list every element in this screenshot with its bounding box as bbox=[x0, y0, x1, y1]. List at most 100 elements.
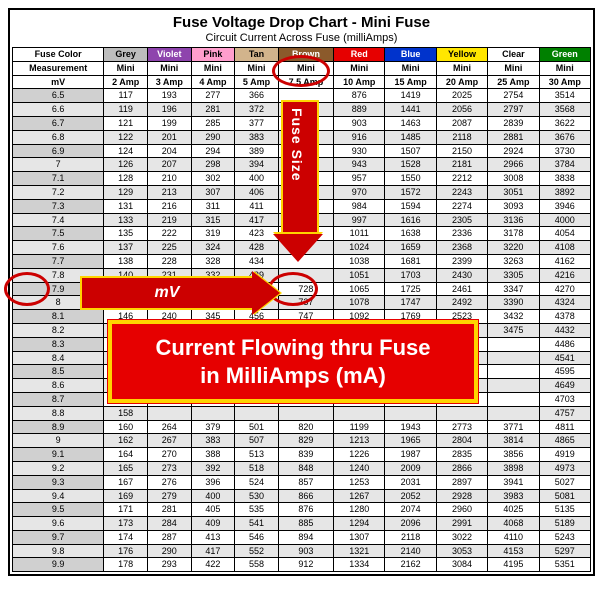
value-cell: 885 bbox=[278, 517, 333, 531]
value-cell: 119 bbox=[104, 103, 148, 117]
mv-cell: 7.8 bbox=[13, 268, 104, 282]
value-cell: 2804 bbox=[436, 434, 487, 448]
value-cell: 3941 bbox=[488, 475, 539, 489]
value-cell: 997 bbox=[334, 213, 385, 227]
value-cell: 388 bbox=[191, 448, 235, 462]
value-cell: 4153 bbox=[488, 544, 539, 558]
value-cell: 3838 bbox=[539, 172, 590, 186]
value-cell: 439 bbox=[235, 268, 279, 282]
value-cell: 1659 bbox=[385, 241, 436, 255]
value-cell: 3814 bbox=[488, 434, 539, 448]
amp-l1-7: Mini bbox=[436, 61, 487, 75]
value-cell: 210 bbox=[147, 172, 191, 186]
table-row: 9.416927940053086612672052292839835081 bbox=[13, 489, 591, 503]
value-cell: 1334 bbox=[334, 558, 385, 572]
value-cell: 171 bbox=[104, 503, 148, 517]
table-row: 9.917829342255891213342162308441955351 bbox=[13, 558, 591, 572]
table-row: 6.91242042943899301507215029243730 bbox=[13, 144, 591, 158]
value-cell: 3676 bbox=[539, 130, 590, 144]
value-cell: 2118 bbox=[436, 130, 487, 144]
value-cell bbox=[147, 406, 191, 420]
amp-l2-5: 10 Amp bbox=[334, 75, 385, 89]
value-cell bbox=[436, 406, 487, 420]
value-cell: 285 bbox=[191, 116, 235, 130]
mv-cell: 7.9 bbox=[13, 282, 104, 296]
value-cell: 4595 bbox=[539, 365, 590, 379]
value-cell: 302 bbox=[191, 172, 235, 186]
mv-cell: 8.7 bbox=[13, 392, 104, 406]
current-banner: Current Flowing thru Fuse in MilliAmps (… bbox=[108, 320, 478, 403]
value-cell: 129 bbox=[104, 185, 148, 199]
value-cell: 4649 bbox=[539, 379, 590, 393]
value-cell: 140 bbox=[104, 268, 148, 282]
value-cell: 552 bbox=[235, 544, 279, 558]
value-cell: 4108 bbox=[539, 241, 590, 255]
value-cell: 2212 bbox=[436, 172, 487, 186]
mv-cell: 8.5 bbox=[13, 365, 104, 379]
value-cell: 131 bbox=[104, 199, 148, 213]
value-cell: 839 bbox=[278, 448, 333, 462]
value-cell: 396 bbox=[191, 475, 235, 489]
mv-cell: 7.4 bbox=[13, 213, 104, 227]
value-cell: 3051 bbox=[488, 185, 539, 199]
value-cell: 413 bbox=[191, 530, 235, 544]
value-cell: 1307 bbox=[334, 530, 385, 544]
value-cell: 311 bbox=[191, 199, 235, 213]
value-cell: 290 bbox=[191, 130, 235, 144]
value-cell: 3305 bbox=[488, 268, 539, 282]
value-cell: 541 bbox=[235, 517, 279, 531]
page-subtitle: Circuit Current Across Fuse (milliAmps) bbox=[12, 32, 591, 44]
value-cell: 866 bbox=[278, 489, 333, 503]
value-cell: 1078 bbox=[334, 296, 385, 310]
value-cell: 2991 bbox=[436, 517, 487, 531]
value-cell bbox=[278, 227, 333, 241]
value-cell: 405 bbox=[191, 503, 235, 517]
amp-l1-0: Mini bbox=[104, 61, 148, 75]
color-red: Red bbox=[334, 48, 385, 62]
value-cell: 1213 bbox=[334, 434, 385, 448]
value-cell: 2243 bbox=[436, 185, 487, 199]
value-cell: 124 bbox=[104, 144, 148, 158]
value-cell: 3347 bbox=[488, 282, 539, 296]
value-cell bbox=[278, 268, 333, 282]
value-cell: 389 bbox=[235, 144, 279, 158]
value-cell: 406 bbox=[235, 185, 279, 199]
chart-container: Fuse Voltage Drop Chart - Mini Fuse Circ… bbox=[8, 8, 595, 576]
value-cell: 2773 bbox=[436, 420, 487, 434]
value-cell: 4486 bbox=[539, 337, 590, 351]
value-cell: 4068 bbox=[488, 517, 539, 531]
value-cell: 409 bbox=[191, 517, 235, 531]
mv-cell: 6.6 bbox=[13, 103, 104, 117]
amp-l1-4: Mini bbox=[278, 61, 333, 75]
value-cell: 3622 bbox=[539, 116, 590, 130]
mv-cell: 6.8 bbox=[13, 130, 104, 144]
mv-unit-header: mV bbox=[13, 75, 104, 89]
table-row: 8.81584757 bbox=[13, 406, 591, 420]
value-cell bbox=[488, 351, 539, 365]
value-cell: 618 bbox=[278, 116, 333, 130]
value-cell: 894 bbox=[278, 530, 333, 544]
value-cell: 2305 bbox=[436, 213, 487, 227]
value-cell: 3390 bbox=[488, 296, 539, 310]
value-cell: 135 bbox=[104, 227, 148, 241]
value-cell: 4378 bbox=[539, 310, 590, 324]
table-row: 9.717428741354689413072118302241105243 bbox=[13, 530, 591, 544]
value-cell: 138 bbox=[104, 254, 148, 268]
value-cell: 2928 bbox=[436, 489, 487, 503]
value-cell: 2025 bbox=[436, 89, 487, 103]
mv-cell: 8.8 bbox=[13, 406, 104, 420]
value-cell: 1507 bbox=[385, 144, 436, 158]
value-cell: 270 bbox=[147, 448, 191, 462]
value-cell: 903 bbox=[278, 544, 333, 558]
value-cell: 400 bbox=[191, 489, 235, 503]
value-cell: 207 bbox=[147, 158, 191, 172]
value-cell: 930 bbox=[334, 144, 385, 158]
value-cell: 2009 bbox=[385, 461, 436, 475]
value-cell: 383 bbox=[235, 130, 279, 144]
fuse-color-header: Fuse Color bbox=[13, 48, 104, 62]
value-cell bbox=[147, 282, 191, 296]
amp-l1-1: Mini bbox=[147, 61, 191, 75]
value-cell: 3053 bbox=[436, 544, 487, 558]
value-cell: 2140 bbox=[385, 544, 436, 558]
value-cell: 2150 bbox=[436, 144, 487, 158]
